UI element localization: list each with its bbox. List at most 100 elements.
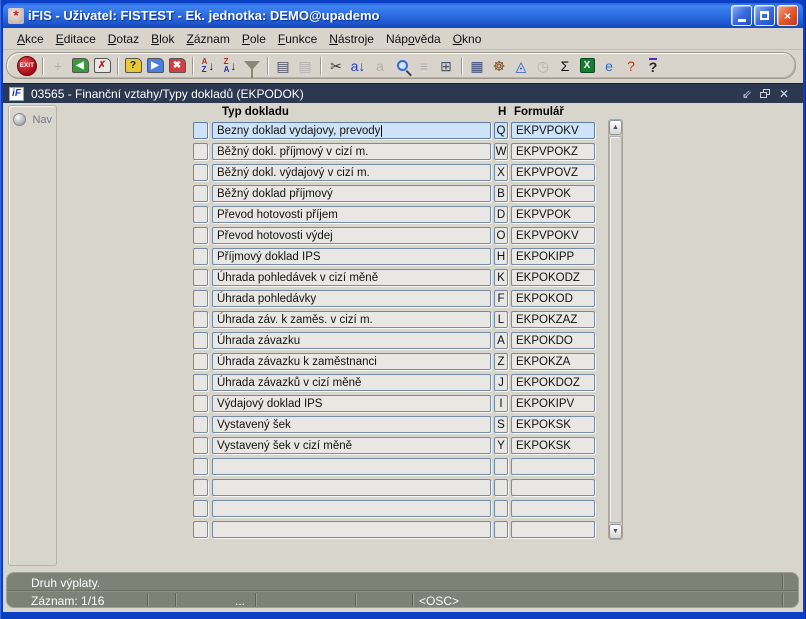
row-indicator[interactable]	[193, 416, 208, 433]
menu-pole[interactable]: Pole	[236, 29, 272, 49]
menu-funkce[interactable]: Funkce	[272, 29, 323, 49]
enter-query-button[interactable]: ?	[122, 55, 144, 77]
minimize-button[interactable]	[731, 5, 752, 26]
h-field[interactable]	[494, 479, 508, 496]
help-button[interactable]: ?	[642, 55, 664, 77]
inner-minimize-button[interactable]: ⇙	[742, 88, 752, 100]
context-help-button[interactable]: ?	[620, 55, 642, 77]
formular-field[interactable]: EKPOKIPP	[511, 248, 595, 265]
menu-blok[interactable]: Blok	[145, 29, 180, 49]
menu-okno[interactable]: Okno	[447, 29, 488, 49]
row-indicator[interactable]	[193, 185, 208, 202]
typ-dokladu-field[interactable]: Vystavený šek v cizí měně	[212, 437, 491, 454]
inner-restore-button[interactable]	[759, 88, 771, 99]
row-indicator[interactable]	[193, 521, 208, 538]
typ-dokladu-field[interactable]	[212, 458, 491, 475]
typ-dokladu-field[interactable]	[212, 500, 491, 517]
typ-dokladu-field[interactable]: Úhrada pohledávek v cizí měně	[212, 269, 491, 286]
h-field[interactable]: W	[494, 143, 508, 160]
formular-field[interactable]: EKPOKZAZ	[511, 311, 595, 328]
formular-field[interactable]: EKPOKOD	[511, 290, 595, 307]
paste-button[interactable]: a↓	[347, 55, 369, 77]
typ-dokladu-field[interactable]: Úhrada závazků v cizí měně	[212, 374, 491, 391]
typ-dokladu-field[interactable]: Příjmový doklad IPS	[212, 248, 491, 265]
typ-dokladu-field[interactable]: Běžný dokl. výdajový v cizí m.	[212, 164, 491, 181]
h-field[interactable]: J	[494, 374, 508, 391]
maximize-button[interactable]	[754, 5, 775, 26]
row-indicator[interactable]	[193, 206, 208, 223]
navigator-helm-button[interactable]: ☸	[488, 55, 510, 77]
menu-nastroje[interactable]: Nástroje	[323, 29, 380, 49]
formular-field[interactable]: EKPVPOKV	[511, 122, 595, 139]
h-field[interactable]: Z	[494, 353, 508, 370]
delete-record-button[interactable]: ✗	[91, 55, 113, 77]
h-field[interactable]: X	[494, 164, 508, 181]
formular-field[interactable]	[511, 521, 595, 538]
menu-akce[interactable]: Akce	[11, 29, 50, 49]
typ-dokladu-field[interactable]: Převod hotovosti příjem	[212, 206, 491, 223]
formular-field[interactable]: EKPOKDO	[511, 332, 595, 349]
row-indicator[interactable]	[193, 332, 208, 349]
formular-field[interactable]: EKPOKSK	[511, 437, 595, 454]
filter-button[interactable]	[241, 55, 263, 78]
formular-field[interactable]: EKPOKIPV	[511, 395, 595, 412]
formular-field[interactable]: EKPVPOK	[511, 185, 595, 202]
row-indicator[interactable]	[193, 311, 208, 328]
exit-button[interactable]: EXIT	[16, 55, 38, 77]
browser-button[interactable]: e	[598, 55, 620, 77]
typ-dokladu-field[interactable]	[212, 521, 491, 538]
row-indicator[interactable]	[193, 353, 208, 370]
formular-field[interactable]: EKPOKODZ	[511, 269, 595, 286]
pyramid-view-button[interactable]: ◬	[510, 55, 532, 77]
h-field[interactable]: K	[494, 269, 508, 286]
find-button[interactable]	[391, 55, 413, 77]
card-index-button[interactable]: ▦	[466, 55, 488, 77]
tree-view-button[interactable]: ⊞	[435, 55, 457, 77]
cancel-query-button[interactable]: ✖	[166, 55, 188, 77]
h-field[interactable]: Q	[494, 122, 508, 139]
h-field[interactable]: A	[494, 332, 508, 349]
h-field[interactable]: H	[494, 248, 508, 265]
typ-dokladu-field[interactable]: Úhrada záv. k zaměs. v cizí m.	[212, 311, 491, 328]
row-indicator[interactable]	[193, 374, 208, 391]
formular-field[interactable]: EKPVPOK	[511, 206, 595, 223]
h-field[interactable]: L	[494, 311, 508, 328]
menu-zaznam[interactable]: Záznam	[180, 29, 235, 49]
h-field[interactable]: D	[494, 206, 508, 223]
menu-dotaz[interactable]: Dotaz	[102, 29, 145, 49]
row-indicator[interactable]	[193, 248, 208, 265]
cut-button[interactable]: ✂	[325, 55, 347, 77]
h-field[interactable]: O	[494, 227, 508, 244]
typ-dokladu-field[interactable]: Běžný dokl. příjmový v cizí m.	[212, 143, 491, 160]
formular-field[interactable]	[511, 500, 595, 517]
excel-export-button[interactable]: X	[576, 55, 598, 77]
formular-field[interactable]: EKPVPOKZ	[511, 143, 595, 160]
vertical-scrollbar[interactable]: ▲ ▼	[608, 119, 623, 540]
execute-query-button[interactable]: ▶	[144, 55, 166, 77]
formular-field[interactable]	[511, 479, 595, 496]
typ-dokladu-field[interactable]: Vystavený šek	[212, 416, 491, 433]
h-field[interactable]: B	[494, 185, 508, 202]
formular-field[interactable]: EKPVPOKV	[511, 227, 595, 244]
scroll-up-button[interactable]: ▲	[609, 120, 622, 135]
row-indicator[interactable]	[193, 143, 208, 160]
typ-dokladu-field[interactable]: Úhrada závazku	[212, 332, 491, 349]
h-field[interactable]: F	[494, 290, 508, 307]
inner-close-button[interactable]: ✕	[779, 88, 789, 100]
menu-napoveda[interactable]: Nápověda	[380, 29, 447, 49]
h-field[interactable]: I	[494, 395, 508, 412]
h-field[interactable]	[494, 500, 508, 517]
copy-record-button[interactable]: ◀	[69, 55, 91, 77]
row-indicator[interactable]	[193, 122, 208, 139]
scrollbar-thumb[interactable]	[609, 136, 622, 523]
row-indicator[interactable]	[193, 290, 208, 307]
row-indicator[interactable]	[193, 458, 208, 475]
typ-dokladu-field[interactable]: Převod hotovosti výdej	[212, 227, 491, 244]
formular-field[interactable]	[511, 458, 595, 475]
row-indicator[interactable]	[193, 227, 208, 244]
formular-field[interactable]: EKPOKDOZ	[511, 374, 595, 391]
h-field[interactable]: S	[494, 416, 508, 433]
row-indicator[interactable]	[193, 479, 208, 496]
typ-dokladu-field[interactable]: Úhrada závazku k zaměstnanci	[212, 353, 491, 370]
formular-field[interactable]: EKPOKZA	[511, 353, 595, 370]
